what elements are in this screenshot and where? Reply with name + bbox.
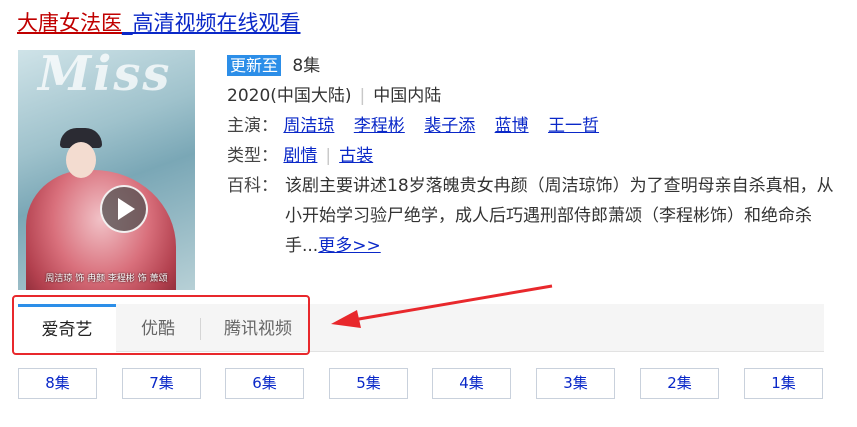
- annotation-highlight-box: [12, 295, 310, 355]
- info-panel: 更新至 8集 2020(中国大陆) | 中国内陆 主演： 周洁琼 李程彬 裴子添 蓝…: [227, 51, 834, 256]
- poster-watermark: Miss: [38, 50, 172, 102]
- cast-row: 主演： 周洁琼 李程彬 裴子添 蓝博 王一哲: [227, 111, 613, 141]
- genre-row: 类型： 剧情 | 古装: [227, 141, 613, 171]
- divider: |: [359, 86, 366, 106]
- cast-link-4[interactable]: 蓝博: [495, 116, 529, 136]
- intro-label: 百科：: [227, 176, 278, 196]
- year-row: 2020(中国大陆) | 中国内陆: [227, 81, 613, 111]
- episode-6-button[interactable]: 6集: [225, 368, 304, 399]
- episode-3-button[interactable]: 3集: [536, 368, 615, 399]
- intro-paragraph: 该剧主要讲述18岁落魄贵女冉颜（周洁琼饰）为了查明母亲自杀真相，从小开始学习验尸…: [285, 171, 835, 261]
- page-title: 大唐女法医_高清视频在线观看: [17, 8, 301, 38]
- cast-link-2[interactable]: 李程彬: [354, 116, 405, 136]
- cast-label: 主演：: [227, 116, 278, 136]
- episode-list: 8集 7集 6集 5集 4集 3集 2集 1集: [18, 368, 824, 399]
- poster-thumbnail[interactable]: Miss 周洁琼 饰 冉颜 李程彬 饰 萧颂: [18, 50, 195, 290]
- cast-link-5[interactable]: 王一哲: [548, 116, 599, 136]
- annotation-arrow-icon: [331, 284, 553, 328]
- year-region: 2020(中国大陆): [227, 86, 352, 106]
- title-suffix-link[interactable]: _高清视频在线观看: [122, 11, 301, 35]
- title-drama-link[interactable]: 大唐女法医: [17, 11, 122, 35]
- episode-5-button[interactable]: 5集: [329, 368, 408, 399]
- intro-row: 百科： 该剧主要讲述18岁落魄贵女冉颜（周洁琼饰）为了查明母亲自杀真相，从小开始…: [227, 171, 834, 256]
- update-badge: 更新至: [227, 55, 282, 76]
- play-icon[interactable]: [100, 185, 148, 233]
- genre-label: 类型：: [227, 146, 278, 166]
- episode-2-button[interactable]: 2集: [640, 368, 719, 399]
- poster-credits: 周洁琼 饰 冉颜 李程彬 饰 萧颂: [45, 274, 168, 284]
- episode-count: 8集: [292, 56, 321, 76]
- episode-1-button[interactable]: 1集: [744, 368, 823, 399]
- genre-link-1[interactable]: 剧情: [283, 146, 317, 166]
- episode-8-button[interactable]: 8集: [18, 368, 97, 399]
- divider: |: [325, 146, 332, 166]
- poster-figure-face: [66, 142, 96, 178]
- region-text: 中国内陆: [373, 86, 442, 106]
- cast-link-3[interactable]: 裴子添: [424, 116, 475, 136]
- episode-4-button[interactable]: 4集: [432, 368, 511, 399]
- episode-7-button[interactable]: 7集: [122, 368, 201, 399]
- cast-link-1[interactable]: 周洁琼: [283, 116, 334, 136]
- update-row: 更新至 8集: [227, 51, 613, 81]
- genre-link-2[interactable]: 古装: [339, 146, 373, 166]
- more-link[interactable]: 更多>>: [318, 236, 381, 256]
